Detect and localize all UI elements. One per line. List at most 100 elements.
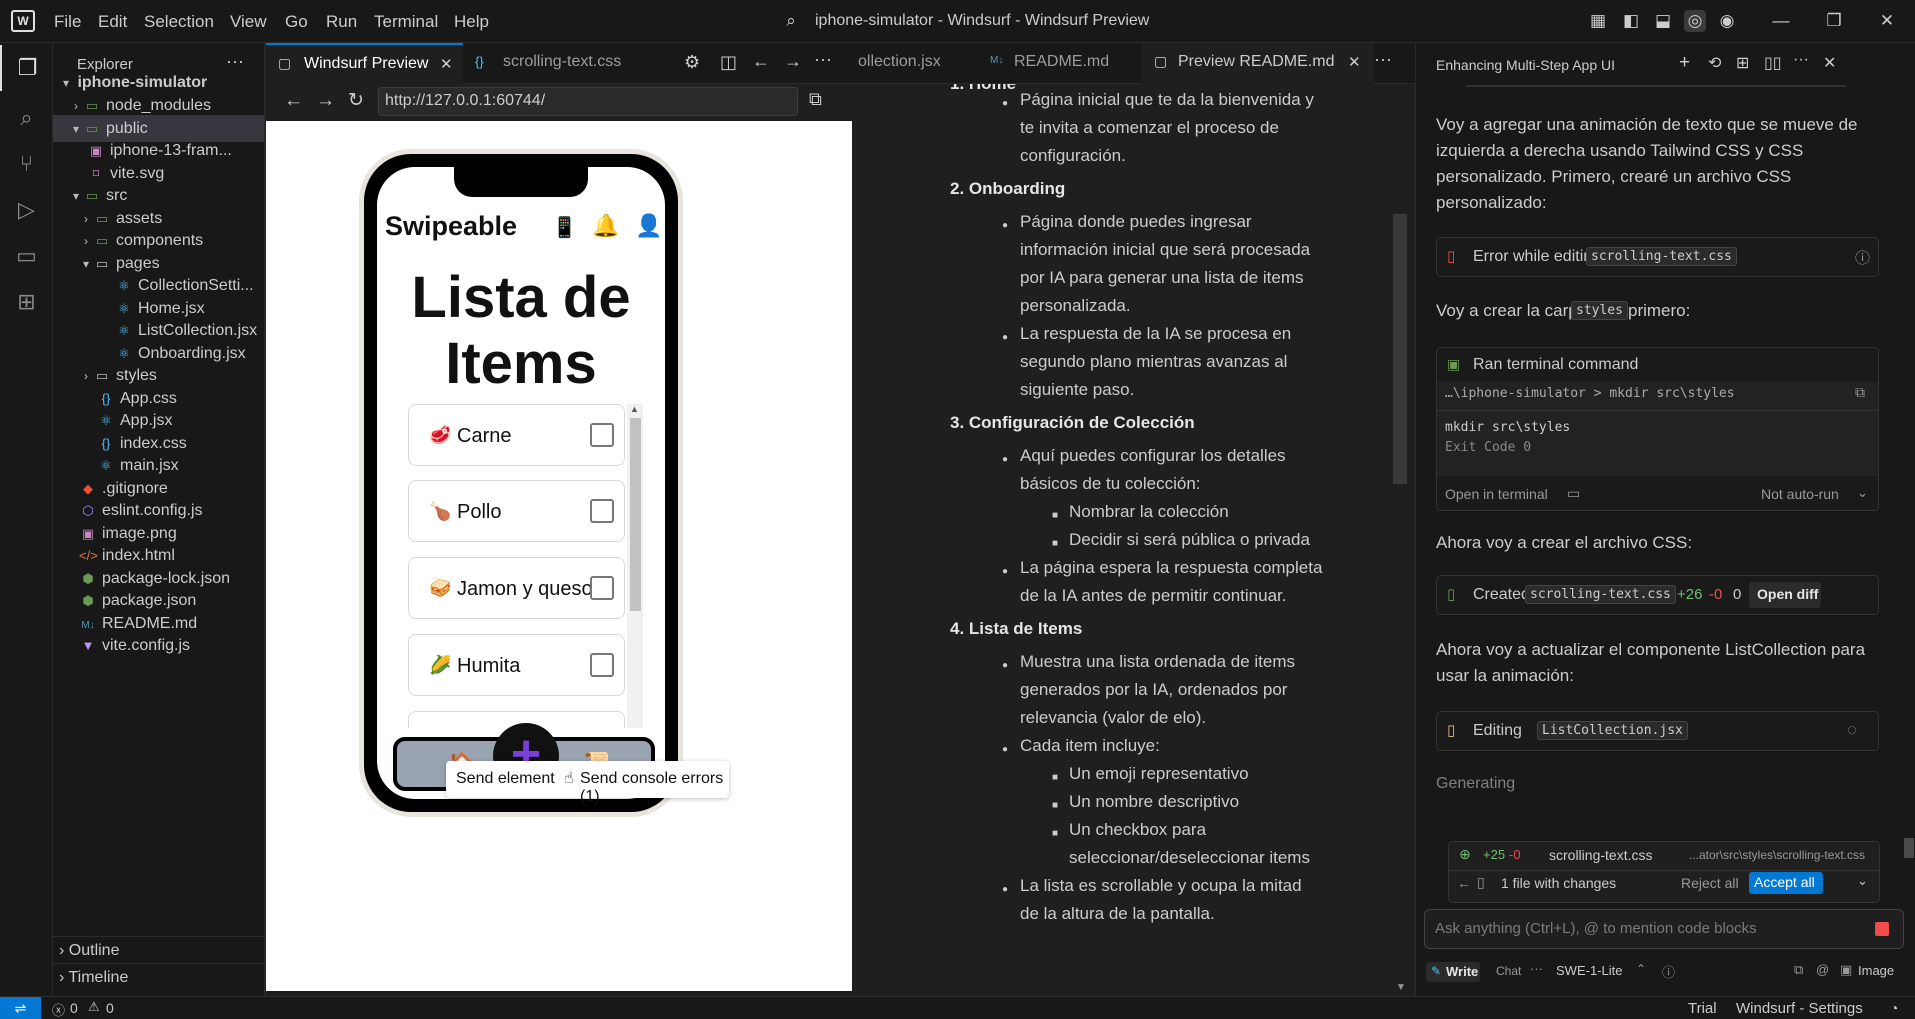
tree-item[interactable]: ▼ vite.config.js	[53, 632, 264, 659]
context-icon[interactable]: ⧉	[1794, 962, 1803, 978]
cascade-icon[interactable]: ◎	[1684, 10, 1706, 32]
source-control-icon[interactable]: ⑂	[0, 141, 53, 187]
scrollbar-thumb[interactable]	[1393, 214, 1407, 484]
go-forward-icon[interactable]: →	[784, 51, 802, 72]
list-item[interactable]: 🥪 Jamon y queso	[408, 557, 625, 619]
menu-file[interactable]: File	[54, 12, 81, 32]
new-chat-icon[interactable]: +	[1679, 52, 1690, 74]
book-icon[interactable]: ▯▯	[1764, 53, 1782, 73]
reject-all-button[interactable]: Reject all	[1681, 875, 1739, 891]
search-icon[interactable]: ⌕	[780, 10, 802, 32]
warning-icon[interactable]: ⚠	[88, 999, 100, 1015]
close-icon[interactable]: ✕	[1823, 53, 1836, 73]
menu-view[interactable]: View	[230, 12, 267, 32]
minimize-icon[interactable]: —	[1770, 10, 1792, 32]
chevron-down-icon[interactable]: ⌄	[1857, 873, 1868, 889]
account-icon[interactable]: ◉	[1716, 10, 1738, 32]
tab-readme[interactable]: README.md	[1014, 53, 1109, 71]
tab-scrolling-text-css[interactable]: {} scrolling-text.css	[463, 43, 648, 84]
back-icon[interactable]: ←	[284, 90, 303, 112]
search-view-icon[interactable]: ⌕	[0, 95, 53, 141]
menu-selection[interactable]: Selection	[144, 12, 214, 32]
scroll-down-icon[interactable]: ▼	[1396, 976, 1406, 996]
model-selector[interactable]: SWE-1-Lite	[1556, 963, 1622, 978]
menu-edit[interactable]: Edit	[98, 12, 127, 32]
item-checkbox[interactable]	[590, 653, 614, 677]
tab-preview-readme[interactable]: ▢ Preview README.md ✕	[1142, 43, 1374, 84]
toggle-sidebar-icon[interactable]: ◧	[1620, 10, 1642, 32]
copy-icon[interactable]: ⧉	[1855, 384, 1865, 401]
created-card[interactable]: ▯ Created scrolling-text.css +26 -0 0 Op…	[1436, 575, 1879, 615]
notifications-icon[interactable]: ◔	[1890, 1000, 1898, 1016]
mode-write[interactable]: ✎ Write	[1426, 962, 1480, 982]
help-icon[interactable]: ⓘ	[1662, 962, 1675, 981]
toggle-panel-icon[interactable]: ⬓	[1652, 10, 1674, 32]
image-icon[interactable]: ▣	[1840, 962, 1852, 978]
more-actions-icon[interactable]: ···	[1374, 49, 1392, 70]
more-actions-icon[interactable]: ···	[1793, 51, 1809, 69]
more-actions-icon[interactable]: ···	[1530, 961, 1543, 976]
scrollbar[interactable]: ▲	[627, 404, 643, 728]
go-back-icon[interactable]: ←	[752, 51, 770, 72]
open-diff-button[interactable]: Open diff	[1749, 582, 1821, 608]
accept-all-button[interactable]: Accept all	[1749, 872, 1823, 894]
scrollbar-thumb[interactable]	[630, 418, 641, 611]
at-icon[interactable]: @	[1816, 962, 1829, 977]
extensions-icon[interactable]: ⊞	[0, 279, 53, 325]
item-checkbox[interactable]	[590, 576, 614, 600]
error-count[interactable]: 0	[70, 1000, 78, 1016]
item-checkbox[interactable]	[590, 499, 614, 523]
windsurf-settings[interactable]: Windsurf - Settings	[1736, 1000, 1863, 1017]
more-actions-icon[interactable]: ···	[814, 49, 832, 70]
item-checkbox[interactable]	[590, 423, 614, 447]
error-card[interactable]: ▯ Error while editing scrolling-text.css…	[1436, 237, 1879, 277]
timeline-section[interactable]: › Timeline	[53, 963, 264, 990]
close-window-icon[interactable]: ✕	[1876, 10, 1898, 32]
layout-icon[interactable]: ▦	[1587, 10, 1609, 32]
send-console-errors-button[interactable]: Send console errors (1)	[580, 770, 729, 806]
forward-icon[interactable]: →	[316, 90, 335, 112]
split-editor-icon[interactable]: ◫	[720, 52, 737, 73]
back-icon[interactable]: ←	[1457, 875, 1471, 891]
mode-chat[interactable]: Chat	[1496, 964, 1521, 978]
warning-count[interactable]: 0	[106, 1000, 114, 1016]
remote-explorer-icon[interactable]: ▭	[0, 233, 53, 279]
changed-file[interactable]: scrolling-text.css	[1549, 847, 1652, 863]
menu-go[interactable]: Go	[285, 12, 308, 32]
send-element-button[interactable]: Send element	[456, 770, 555, 788]
tab-windsurf-preview[interactable]: ▢ Windsurf Preview ✕	[266, 43, 463, 84]
list-item[interactable]: 🌽 Humita	[408, 634, 625, 696]
image-label[interactable]: Image	[1858, 963, 1894, 978]
phone-icon[interactable]: 📱	[552, 215, 577, 240]
url-input[interactable]: http://127.0.0.1:60744/	[378, 87, 798, 116]
run-debug-icon[interactable]: ▷	[0, 187, 53, 233]
list-item[interactable]: 🍗 Pollo	[408, 480, 625, 542]
menu-terminal[interactable]: Terminal	[374, 12, 438, 32]
menu-help[interactable]: Help	[454, 12, 489, 32]
chat-input[interactable]: Ask anything (Ctrl+L), @ to mention code…	[1424, 909, 1904, 949]
scrollbar-thumb[interactable]	[1904, 838, 1914, 858]
item-list[interactable]: 🥩 Carne 🍗 Pollo 🥪 Jamon y queso 🌽 Humita…	[408, 404, 643, 728]
bell-icon[interactable]: 🔔	[592, 213, 619, 239]
error-icon[interactable]: ⓧ	[52, 1000, 65, 1019]
close-icon[interactable]: ✕	[440, 55, 453, 73]
trial-status[interactable]: Trial	[1688, 1000, 1717, 1017]
maximize-icon[interactable]: ❐	[1823, 10, 1845, 32]
reload-icon[interactable]: ↻	[348, 89, 364, 112]
explorer-icon[interactable]: ❐	[0, 45, 53, 91]
gear-icon[interactable]: ⚙	[684, 52, 700, 73]
open-in-terminal-link[interactable]: Open in terminal	[1445, 486, 1548, 502]
history-icon[interactable]: ⟲	[1708, 53, 1721, 73]
scroll-up-icon[interactable]: ▲	[630, 404, 639, 414]
user-icon[interactable]: 👤	[635, 213, 662, 239]
outline-section[interactable]: › Outline	[53, 936, 264, 963]
tab-listcollection[interactable]: ollection.jsx	[858, 53, 941, 71]
stop-icon[interactable]	[1875, 922, 1889, 936]
info-icon[interactable]: ⓘ	[1855, 247, 1870, 268]
close-icon[interactable]: ✕	[1348, 53, 1361, 71]
list-item[interactable]: 🥩 Carne	[408, 404, 625, 466]
editing-card[interactable]: ▯ Editing ListCollection.jsx ◌	[1436, 711, 1879, 751]
menu-run[interactable]: Run	[326, 12, 357, 32]
layout-icon[interactable]: ⊞	[1736, 53, 1749, 73]
open-external-icon[interactable]: ⧉	[809, 89, 822, 110]
